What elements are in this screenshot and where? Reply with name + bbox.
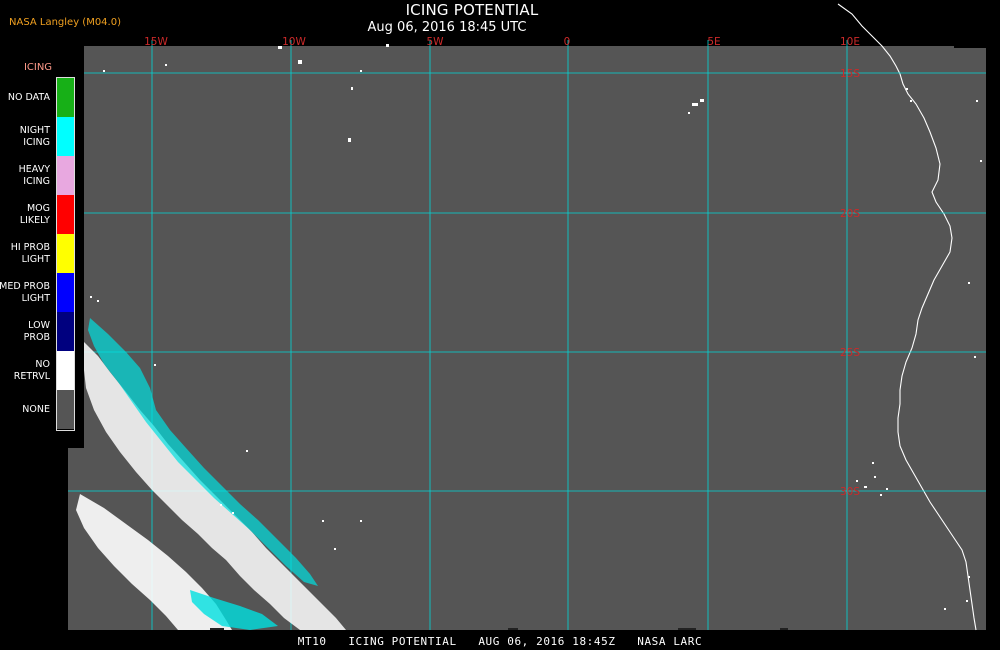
legend-swatch (57, 390, 74, 429)
legend-swatch (57, 195, 74, 234)
lon-label-0: 0 (564, 36, 571, 48)
legend-label: MOG LIKELY (19, 202, 50, 226)
lon-label-10e: 10E (840, 36, 860, 48)
legend-label: HI PROB LIGHT (10, 241, 50, 265)
map-area[interactable] (68, 46, 986, 630)
lat-label-20s: 20S (840, 208, 860, 220)
map-top-strip (954, 44, 986, 48)
lat-label-25s: 25S (840, 347, 860, 359)
legend-swatch (57, 156, 74, 195)
legend-label: HEAVY ICING (18, 163, 50, 187)
legend-item: NO DATA (0, 78, 76, 117)
legend-item: NO RETRVL (0, 351, 76, 390)
legend: NO DATA NIGHT ICING HEAVY ICING MOG LIKE… (0, 78, 76, 429)
legend-swatch (57, 117, 74, 156)
legend-item: LOW PROB (0, 312, 76, 351)
legend-item: HI PROB LIGHT (0, 234, 76, 273)
lon-label-5w: 5W (426, 36, 444, 48)
legend-swatch (57, 78, 74, 117)
lon-label-15w: 15W (144, 36, 168, 48)
lon-label-5e: 5E (707, 36, 720, 48)
lon-label-10w: 10W (282, 36, 306, 48)
lat-label-30s: 30S (840, 486, 860, 498)
legend-title: ICING (23, 62, 53, 73)
legend-swatch (57, 351, 74, 390)
legend-label: NO RETRVL (13, 358, 50, 382)
legend-item: NONE (0, 390, 76, 429)
legend-label: NONE (22, 403, 50, 415)
legend-label: NIGHT ICING (19, 124, 50, 148)
legend-swatch (57, 273, 74, 312)
lat-label-15s: 15S (840, 68, 860, 80)
legend-label: LOW PROB (23, 319, 50, 343)
footer-caption: MT10 ICING POTENTIAL AUG 06, 2016 18:45Z… (297, 635, 703, 648)
legend-item: MOG LIKELY (0, 195, 76, 234)
legend-item: HEAVY ICING (0, 156, 76, 195)
legend-label: MED PROB LIGHT (0, 280, 50, 304)
legend-item: MED PROB LIGHT (0, 273, 76, 312)
legend-item: NIGHT ICING (0, 117, 76, 156)
legend-swatch (57, 234, 74, 273)
map-panel[interactable]: 15W 10W 5W 0 5E 10E 15S 20S 25S 30S (0, 0, 1000, 650)
legend-swatch (57, 312, 74, 351)
legend-label: NO DATA (7, 91, 50, 103)
